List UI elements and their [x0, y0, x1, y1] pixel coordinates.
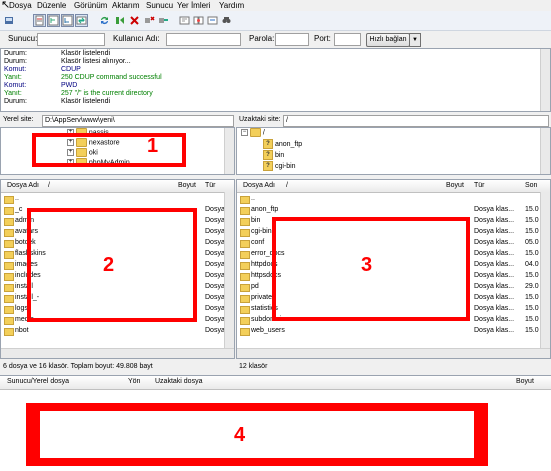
remote-status: 12 klasör — [239, 363, 268, 370]
message-log: Durum: Klasör listelendi Durum: Klasör lis… — [0, 48, 551, 112]
sort-indicator: / — [286, 182, 288, 189]
local-list-header: Dosya Adı / Boyut Tür — [1, 180, 234, 193]
col-filename[interactable]: Dosya Adı — [243, 182, 275, 189]
local-tree-scrollbar[interactable] — [224, 128, 234, 174]
remote-list-vscroll[interactable] — [540, 192, 550, 348]
remote-site-bar: Uzaktaki site: / — [236, 114, 551, 127]
host-label: Sunucu: — [8, 34, 38, 43]
menu-edit[interactable]: Düzenle — [37, 0, 66, 11]
process-queue-icon[interactable] — [113, 14, 126, 27]
col-type[interactable]: Tür — [474, 182, 485, 189]
local-list-hscroll[interactable] — [1, 348, 234, 358]
reconnect-icon[interactable] — [157, 14, 170, 27]
sort-indicator: / — [48, 182, 50, 189]
local-site-bar: Yerel site: D:\AppServ\www\yeni\ — [0, 114, 234, 127]
list-item[interactable]: .. — [237, 194, 540, 204]
unknown-folder-icon: ? — [263, 161, 273, 171]
local-site-label: Yerel site: — [3, 116, 34, 123]
toggle-remote-tree-icon[interactable] — [61, 14, 74, 27]
search-icon[interactable] — [220, 14, 233, 27]
annotation-box-1 — [32, 133, 186, 167]
annotation-number-3: 3 — [361, 254, 373, 276]
remote-path-input[interactable]: / — [283, 115, 549, 127]
compare-icon[interactable] — [192, 14, 205, 27]
tree-node[interactable]: ? cgi-bin — [263, 161, 296, 171]
site-manager-icon[interactable] — [3, 14, 16, 27]
pass-label: Parola: — [249, 34, 275, 43]
sync-browse-icon[interactable] — [206, 14, 219, 27]
log-scrollbar[interactable] — [540, 49, 550, 111]
menu-bookmarks[interactable]: Yer İmleri — [177, 0, 211, 11]
refresh-icon[interactable] — [98, 14, 111, 27]
toggle-local-tree-icon[interactable] — [47, 14, 60, 27]
annotation-number-2: 2 — [103, 254, 115, 276]
col-size[interactable]: Boyut — [178, 182, 196, 189]
tree-node[interactable]: ? anon_ftp — [263, 139, 302, 149]
unknown-folder-icon: ? — [263, 150, 273, 160]
col-server-local-file[interactable]: Sunucu/Yerel dosya — [7, 378, 69, 385]
list-item[interactable]: nbot Dosya — [1, 326, 225, 336]
remote-list-header: Dosya Adı / Boyut Tür Son — [237, 180, 550, 193]
quickconnect-button[interactable]: Hızlı bağlan — [366, 33, 410, 47]
quickconnect-bar: Sunucu: Kullanıcı Adı: Parola: Port: Hız… — [0, 31, 551, 48]
menu-view[interactable]: Görünüm — [74, 0, 107, 11]
queue-header: Sunucu/Yerel dosya Yön Uzaktaki dosya Bo… — [0, 376, 551, 390]
tree-node[interactable]: ? bin — [263, 150, 284, 160]
menu-server[interactable]: Sunucu — [146, 0, 173, 11]
menu-file[interactable]: Dosya — [9, 0, 32, 11]
annotation-number-1: 1 — [147, 135, 159, 157]
quickconnect-dropdown[interactable]: ▼ — [409, 33, 421, 47]
col-filename[interactable]: Dosya Adı — [7, 182, 39, 189]
col-type[interactable]: Tür — [205, 182, 216, 189]
port-input[interactable] — [334, 33, 361, 46]
remote-tree: − / ? anon_ftp ? bin ? cgi-bin — [236, 127, 551, 175]
col-size[interactable]: Boyut — [446, 182, 464, 189]
user-input[interactable] — [166, 33, 241, 46]
annotation-number-4: 4 — [234, 424, 246, 446]
password-input[interactable] — [275, 33, 309, 46]
col-remote-file[interactable]: Uzaktaki dosya — [155, 378, 202, 385]
menu-transfer[interactable]: Aktarım — [112, 0, 140, 11]
cancel-icon[interactable] — [128, 14, 141, 27]
tree-node[interactable]: − / — [241, 128, 265, 137]
local-path-input[interactable]: D:\AppServ\www\yeni\ — [42, 115, 234, 127]
col-direction[interactable]: Yön — [128, 378, 140, 385]
user-label: Kullanıcı Adı: — [113, 34, 160, 43]
list-item[interactable]: .. — [1, 194, 224, 204]
menu-bar: ↖ Dosya Düzenle Görünüm Aktarım Sunucu Y… — [0, 0, 551, 11]
remote-site-label: Uzaktaki site: — [239, 116, 281, 123]
toggle-log-icon[interactable] — [33, 14, 46, 27]
annotation-box-4 — [26, 403, 488, 466]
toolbar — [0, 11, 551, 31]
toggle-queue-icon[interactable] — [75, 14, 88, 27]
list-item[interactable]: web_users Dosya klas... 15.0 — [237, 326, 540, 336]
remote-list-hscroll[interactable] — [237, 348, 550, 358]
menu-help[interactable]: Yardım — [219, 0, 244, 11]
col-size[interactable]: Boyut — [516, 378, 534, 385]
host-input[interactable] — [37, 33, 105, 46]
disconnect-icon[interactable] — [143, 14, 156, 27]
local-status: 6 dosya ve 16 klasör. Toplam boyut: 49.8… — [3, 363, 153, 370]
list-item[interactable]: anon_ftp Dosya klas... 15.0 — [237, 205, 540, 215]
local-list-vscroll[interactable] — [224, 192, 234, 348]
unknown-folder-icon: ? — [263, 139, 273, 149]
col-modified[interactable]: Son — [525, 182, 537, 189]
remote-tree-scrollbar[interactable] — [540, 128, 550, 174]
port-label: Port: — [314, 34, 331, 43]
filter-icon[interactable] — [178, 14, 191, 27]
